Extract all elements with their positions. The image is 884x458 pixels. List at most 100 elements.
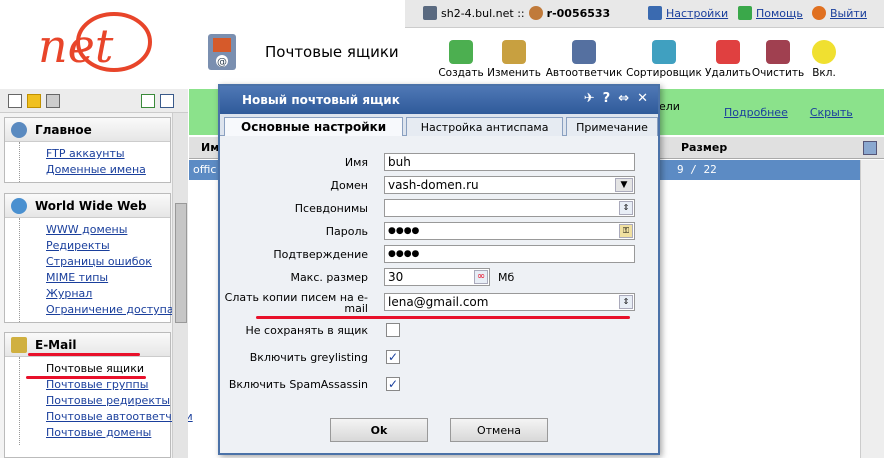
tab-antispam[interactable]: Настройка антиспама — [406, 117, 563, 136]
server-name: sh2-4.bul.net :: — [441, 6, 525, 20]
copy-email-field[interactable]: lena@gmail.com ⇕ — [384, 293, 635, 311]
nosave-label: Не сохранять в ящик — [245, 323, 369, 337]
sidebar-item-ftp[interactable]: FTP аккаунты — [46, 146, 170, 162]
dialog-titlebar[interactable]: Новый почтовый ящик ✈ ? ⇔ ✕ — [220, 86, 658, 114]
settings-link[interactable]: Настройки — [648, 6, 728, 20]
create-button[interactable]: Создать — [438, 40, 484, 79]
spamassassin-label: Включить SpamAssassin — [228, 377, 368, 391]
collapse-all-icon[interactable] — [160, 93, 174, 108]
confirm-field[interactable]: ●●●● — [384, 245, 635, 263]
infinity-icon[interactable]: ∞ — [474, 270, 488, 284]
sidebar-item-error-pages[interactable]: Страницы ошибок — [46, 254, 170, 270]
sidebar-item-mail-redirects[interactable]: Почтовые редиректы — [46, 393, 170, 409]
toolbar: Создать Изменить Автоответчик Сортировщи… — [438, 40, 844, 79]
sidebar-item-redirects[interactable]: Редиректы — [46, 238, 170, 254]
dialog-tabs: Основные настройки Настройка антиспама П… — [220, 114, 658, 136]
password-label: Пароль — [325, 224, 368, 238]
spin-icon[interactable]: ⇕ — [619, 201, 633, 215]
name-field[interactable]: buh — [384, 153, 635, 171]
section-title: Главное — [35, 122, 92, 137]
hide-link[interactable]: Скрыть — [810, 106, 853, 119]
nosave-checkbox[interactable] — [386, 323, 400, 337]
password-value: ●●●● — [388, 226, 420, 236]
create-icon — [449, 40, 473, 64]
resize-icon[interactable]: ⇔ — [618, 91, 629, 106]
list-icon[interactable] — [8, 93, 22, 108]
sidebar-item-mime[interactable]: MIME типы — [46, 270, 170, 286]
bulb-icon — [812, 40, 836, 64]
column-name[interactable]: Им — [201, 141, 219, 154]
sidebar-scrollbar[interactable] — [172, 113, 188, 458]
sidebar-item-mailboxes[interactable]: Почтовые ящики — [46, 361, 170, 377]
settings-icon — [648, 6, 662, 20]
column-size[interactable]: Размер — [681, 141, 727, 154]
password-generate-icon[interactable]: ⚿ — [619, 224, 633, 238]
server-icon — [423, 6, 437, 20]
clear-label: Очистить — [751, 67, 805, 79]
delete-icon — [716, 40, 740, 64]
close-icon[interactable]: ✕ — [637, 91, 648, 106]
sidebar-item-mail-domains[interactable]: Почтовые домены — [46, 425, 170, 441]
sidebar-tools — [0, 89, 188, 113]
autoresponder-button[interactable]: Автоответчик — [544, 40, 624, 79]
password-field[interactable]: ●●●● ⚿ — [384, 222, 635, 240]
table-scrollbar[interactable] — [860, 160, 884, 458]
sidebar-item-mail-autoresponders[interactable]: Почтовые автоответчики — [46, 409, 193, 425]
sidebar-item-www-domains[interactable]: WWW домены — [46, 222, 170, 238]
dialog-form: Имя buh Домен vash-domen.ru ▼ Псевдонимы … — [220, 136, 658, 436]
sidebar-item-domains[interactable]: Доменные имена — [46, 162, 170, 178]
section-main-header[interactable]: Главное — [5, 118, 170, 142]
logout-link[interactable]: Выйти — [812, 6, 867, 20]
pin-icon[interactable]: ✈ — [584, 91, 595, 106]
new-mailbox-dialog: Новый почтовый ящик ✈ ? ⇔ ✕ Основные нас… — [218, 84, 660, 455]
info-panel-text: ели — [659, 100, 680, 113]
star-icon[interactable] — [27, 93, 41, 108]
delete-button[interactable]: Удалить — [704, 40, 752, 79]
greylisting-checkbox[interactable]: ✓ — [386, 350, 400, 364]
edit-button[interactable]: Изменить — [484, 40, 544, 79]
domain-value: vash-domen.ru — [388, 178, 479, 192]
sidebar-scroll-thumb[interactable] — [175, 203, 187, 323]
maxsize-field[interactable]: 30 ∞ — [384, 268, 490, 286]
spin-icon[interactable]: ⇕ — [619, 295, 633, 309]
tab-note[interactable]: Примечание — [566, 117, 658, 136]
ok-button[interactable]: Ok — [330, 418, 428, 442]
help-link[interactable]: Помощь — [738, 6, 803, 20]
tab-basic[interactable]: Основные настройки — [224, 117, 404, 136]
help-label[interactable]: Помощь — [756, 7, 803, 20]
row-name: offic — [193, 163, 217, 176]
expand-all-icon[interactable] — [141, 93, 155, 108]
section-www-header[interactable]: World Wide Web — [5, 194, 170, 218]
alias-label: Псевдонимы — [294, 201, 368, 215]
details-link[interactable]: Подробнее — [724, 106, 788, 119]
globe-icon — [11, 197, 27, 214]
highlight-underline-mailboxes — [26, 376, 146, 379]
confirm-label: Подтверждение — [273, 247, 368, 261]
logout-label[interactable]: Выйти — [830, 7, 867, 20]
copy-email-value: lena@gmail.com — [388, 295, 489, 309]
clear-button[interactable]: Очистить — [752, 40, 804, 79]
svg-text:@: @ — [217, 57, 227, 68]
maxsize-unit: Мб — [498, 270, 515, 284]
net-logo: net — [38, 12, 152, 73]
autoresponder-icon — [572, 40, 596, 64]
domain-select[interactable]: vash-domen.ru ▼ — [384, 176, 635, 194]
sidebar-item-log[interactable]: Журнал — [46, 286, 170, 302]
cancel-button[interactable]: Отмена — [450, 418, 548, 442]
mailbox-icon: @ — [204, 26, 242, 74]
spamassassin-checkbox[interactable]: ✓ — [386, 377, 400, 391]
enable-button[interactable]: Вкл. — [804, 40, 844, 79]
alias-field[interactable]: ⇕ — [384, 199, 635, 217]
help-icon[interactable]: ? — [603, 91, 611, 106]
enable-label: Вкл. — [812, 67, 836, 79]
sidebar-item-mail-groups[interactable]: Почтовые группы — [46, 377, 170, 393]
sorter-label: Сортировщик — [626, 67, 702, 79]
settings-label[interactable]: Настройки — [666, 7, 728, 20]
sidebar: Главное FTP аккаунты Доменные имена Worl… — [0, 89, 193, 458]
briefcase-icon[interactable] — [46, 93, 60, 108]
sidebar-item-access[interactable]: Ограничение доступа — [46, 302, 174, 318]
chevron-down-icon[interactable]: ▼ — [615, 178, 633, 192]
columns-icon[interactable] — [863, 141, 877, 155]
filter-icon — [652, 40, 676, 64]
sorter-button[interactable]: Сортировщик — [624, 40, 704, 79]
